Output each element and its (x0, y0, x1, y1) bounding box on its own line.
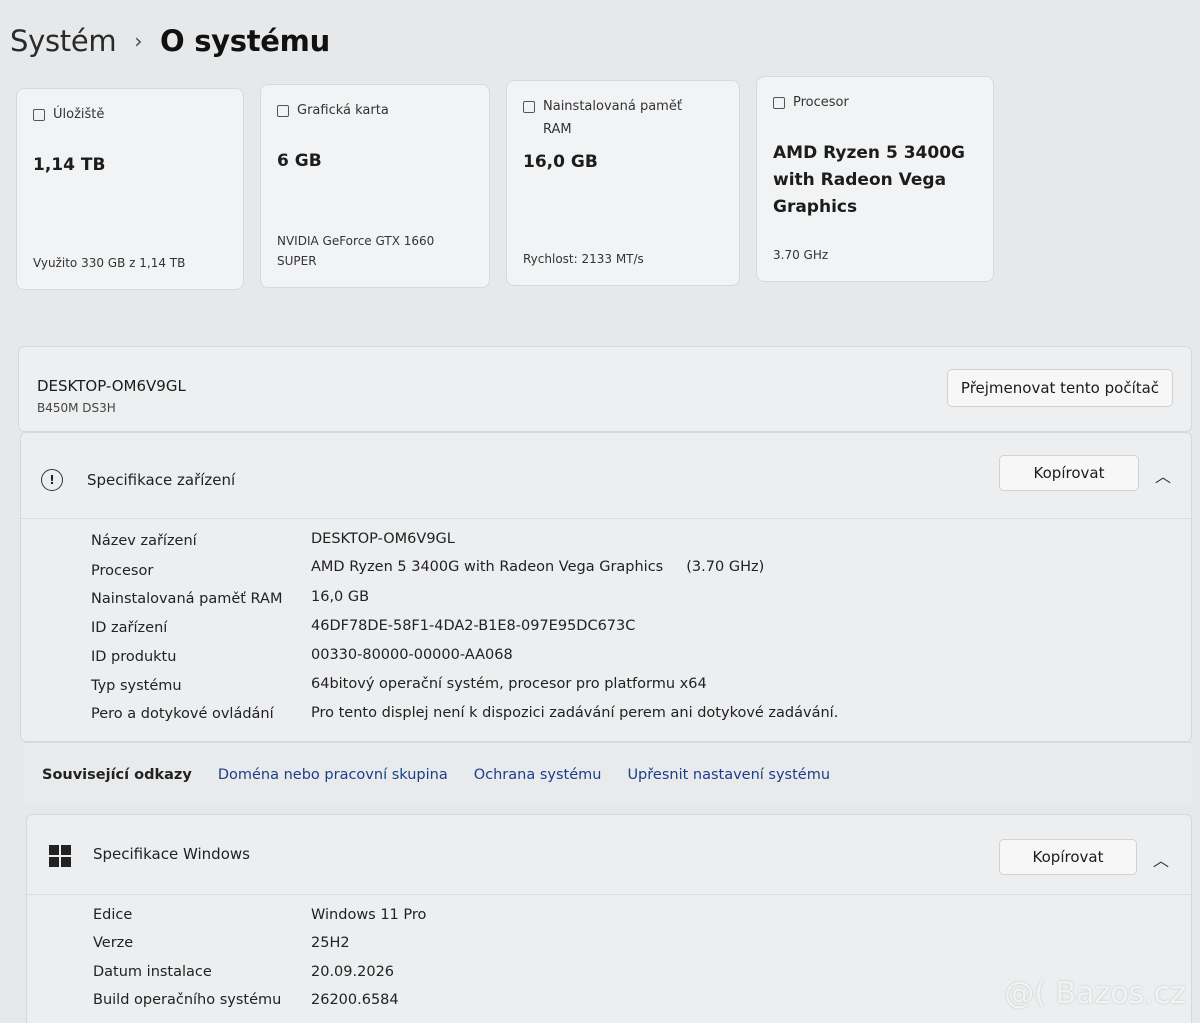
device-name-row: DESKTOP-OM6V9GL B450M DS3H Přejmenovat t… (18, 346, 1192, 432)
ram-icon (523, 101, 535, 113)
gpu-card-value: 6 GB (277, 151, 322, 171)
cpu-card-sub: 3.70 GHz (773, 248, 829, 262)
device-spec-title: Specifikace zařízení (87, 471, 236, 489)
gpu-card-sub-line1: NVIDIA GeForce GTX 1660 (277, 234, 435, 248)
spec-value: Pro tento displej není k dispozici zadáv… (311, 705, 839, 721)
storage-icon (33, 109, 45, 121)
rename-pc-button[interactable]: Přejmenovat tento počítač (947, 369, 1173, 407)
windows-spec-header[interactable]: Specifikace Windows Kopírovat ︿ (27, 815, 1191, 895)
gpu-card-title: Grafická karta (297, 103, 389, 118)
link-system-protection[interactable]: Ochrana systému (474, 767, 602, 783)
watermark: @( Bazos.cz (1004, 976, 1186, 1011)
cpu-card[interactable]: Procesor AMD Ryzen 5 3400G with Radeon V… (756, 76, 994, 282)
spec-label: Nainstalovaná paměť RAM (91, 591, 283, 607)
copy-windows-spec-button[interactable]: Kopírovat (999, 839, 1137, 875)
device-name: DESKTOP-OM6V9GL (37, 377, 186, 395)
link-domain-workgroup[interactable]: Doména nebo pracovní skupina (218, 767, 448, 783)
spec-label: Verze (93, 935, 134, 951)
spec-value: 64bitový operační systém, procesor pro p… (311, 676, 707, 692)
gpu-icon (277, 105, 289, 117)
device-spec-header[interactable]: ! Specifikace zařízení Kopírovat ︿ (21, 433, 1191, 519)
spec-value: AMD Ryzen 5 3400G with Radeon Vega Graph… (311, 559, 765, 575)
spec-value: DESKTOP-OM6V9GL (311, 531, 455, 547)
ram-card-value: 16,0 GB (523, 152, 598, 172)
ram-card-sub: Rychlost: 2133 MT/s (523, 252, 644, 266)
spec-value: 46DF78DE-58F1-4DA2-B1E8-097E95DC673C (311, 618, 636, 634)
storage-card[interactable]: Úložiště 1,14 TB Využito 330 GB z 1,14 T… (16, 88, 244, 290)
spec-value: 00330-80000-00000-AA068 (311, 647, 513, 663)
device-spec-panel: ! Specifikace zařízení Kopírovat ︿ Název… (20, 432, 1192, 742)
cpu-card-title: Procesor (793, 95, 849, 110)
spec-label: Datum instalace (93, 964, 212, 980)
gpu-card-sub: NVIDIA GeForce GTX 1660 SUPER (277, 231, 434, 271)
cpu-card-value: AMD Ryzen 5 3400G with Radeon Vega Graph… (773, 143, 965, 217)
chevron-up-icon[interactable]: ︿ (1153, 847, 1169, 871)
breadcrumb: Systém › O systému (10, 24, 330, 58)
related-links: Související odkazy Doména nebo pracovní … (24, 742, 1192, 806)
spec-label: Build operačního systému (93, 992, 282, 1008)
spec-value: 25H2 (311, 935, 350, 951)
spec-value: Windows 11 Pro (311, 907, 427, 923)
link-advanced-system-settings[interactable]: Upřesnit nastavení systému (627, 767, 830, 783)
related-links-label: Související odkazy (42, 766, 192, 783)
storage-card-sub: Využito 330 GB z 1,14 TB (33, 256, 186, 270)
spec-value: 16,0 GB (311, 589, 370, 605)
gpu-card[interactable]: Grafická karta 6 GB NVIDIA GeForce GTX 1… (260, 84, 490, 288)
ram-card[interactable]: Nainstalovaná paměť RAM 16,0 GB Rychlost… (506, 80, 740, 286)
gpu-card-sub-line2: SUPER (277, 254, 317, 268)
spec-label: Procesor (91, 563, 154, 579)
device-model: B450M DS3H (37, 401, 116, 415)
windows-logo-icon (49, 845, 71, 867)
spec-label: Typ systému (91, 678, 182, 694)
spec-label: ID produktu (91, 649, 177, 665)
cpu-icon (773, 97, 785, 109)
spec-label: Edice (93, 907, 133, 923)
ram-card-title: Nainstalovaná paměť RAM (543, 99, 682, 137)
windows-spec-title: Specifikace Windows (93, 845, 250, 863)
settings-page: Systém › O systému Úložiště 1,14 TB Využ… (0, 0, 1200, 1023)
storage-card-title: Úložiště (53, 107, 105, 122)
spec-label: ID zařízení (91, 620, 168, 636)
spec-label: Název zařízení (91, 533, 197, 549)
chevron-right-icon: › (134, 29, 143, 53)
info-icon: ! (41, 469, 63, 491)
spec-label: Pero a dotykové ovládání (91, 706, 274, 722)
breadcrumb-system[interactable]: Systém (10, 24, 117, 58)
spec-value: 20.09.2026 (311, 964, 395, 980)
copy-device-spec-button[interactable]: Kopírovat (999, 455, 1139, 491)
storage-card-value: 1,14 TB (33, 155, 106, 175)
chevron-up-icon[interactable]: ︿ (1155, 463, 1171, 487)
page-title: O systému (160, 24, 330, 58)
spec-value: 26200.6584 (311, 992, 399, 1008)
